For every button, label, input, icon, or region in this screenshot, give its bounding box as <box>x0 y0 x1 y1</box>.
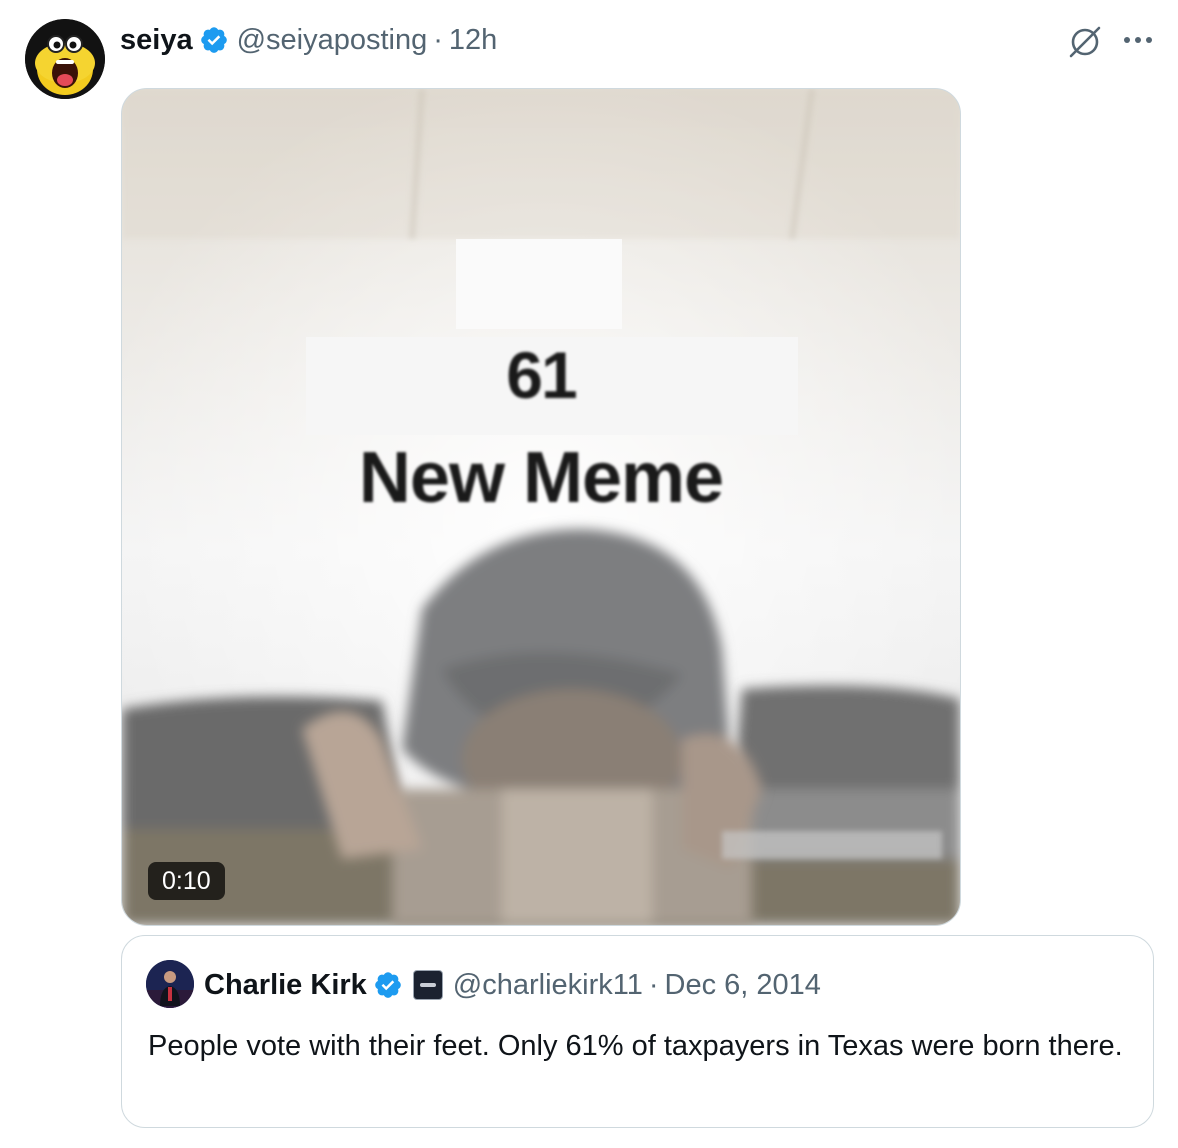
quoted-post[interactable]: Charlie Kirk @charliekirk11 · Dec 6, 201… <box>121 935 1154 1128</box>
video-player[interactable]: 61 New Meme 0:10 <box>121 88 961 926</box>
more-options-icon[interactable] <box>1120 28 1156 52</box>
post-header: seiya @seiyaposting · 12h <box>120 20 497 60</box>
author-handle[interactable]: @seiyaposting <box>237 24 428 57</box>
quoted-post-header: Charlie Kirk @charliekirk11 · Dec 6, 201… <box>204 964 821 1006</box>
grok-icon[interactable] <box>1066 23 1104 61</box>
person-avatar-icon <box>146 960 194 1008</box>
video-overlay-title: New Meme <box>358 438 724 518</box>
quoted-author-display-name[interactable]: Charlie Kirk <box>204 969 367 1002</box>
verified-badge-icon <box>199 25 229 55</box>
emoji-face-icon <box>25 19 105 99</box>
author-display-name[interactable]: seiya <box>120 24 193 57</box>
quoted-author-handle[interactable]: @charliekirk11 <box>453 969 643 1002</box>
post-timestamp[interactable]: 12h <box>449 24 497 57</box>
video-overlay-number: 61 <box>506 338 577 412</box>
quoted-post-date[interactable]: Dec 6, 2014 <box>665 969 821 1002</box>
separator-dot: · <box>648 968 659 1001</box>
quoted-post-text: People vote with their feet. Only 61% of… <box>148 1030 1123 1062</box>
separator-dot: · <box>433 23 443 56</box>
affiliation-badge-icon[interactable] <box>412 970 443 1000</box>
author-avatar[interactable] <box>25 19 105 99</box>
video-duration-badge: 0:10 <box>148 862 225 900</box>
quoted-author-avatar[interactable] <box>146 960 194 1008</box>
verified-badge-icon <box>373 970 403 1000</box>
